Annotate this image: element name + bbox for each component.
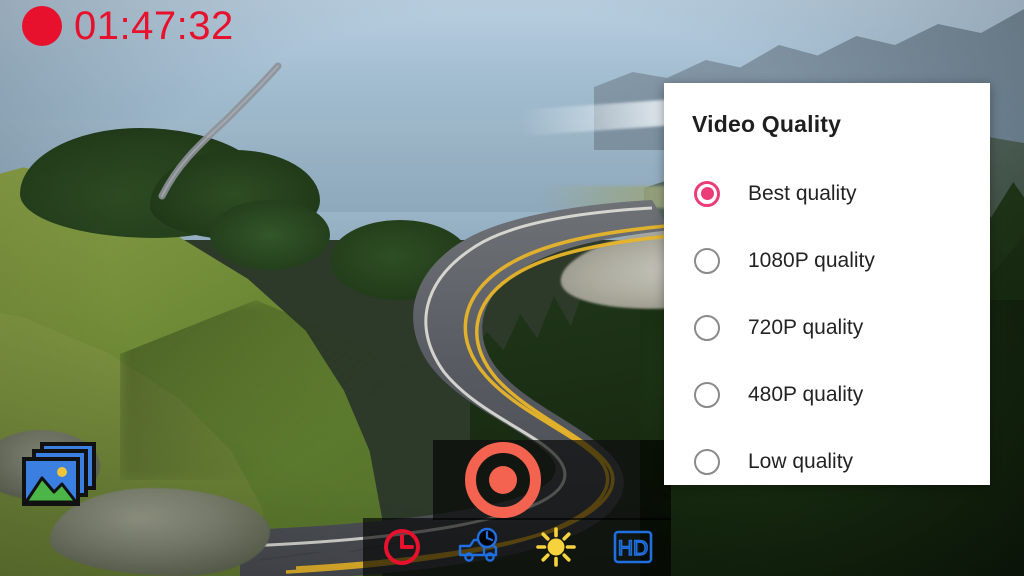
radio-button-480p[interactable] — [694, 381, 720, 408]
quality-options-list: Best quality 1080P quality 720P quality … — [664, 160, 990, 495]
quality-option-720p[interactable]: 720P quality — [664, 294, 990, 361]
record-circle-icon — [489, 466, 517, 494]
recording-elapsed-time: 01:47:32 — [74, 4, 234, 48]
quality-option-label: Low quality — [748, 449, 854, 473]
tools-row: HD — [363, 518, 671, 576]
record-button[interactable] — [465, 442, 541, 518]
hd-badge-label: HD — [617, 537, 647, 560]
radio-button-low[interactable] — [694, 448, 720, 475]
hd-badge-icon: HD — [613, 530, 652, 564]
dialog-title: Video Quality — [692, 111, 842, 137]
quality-option-best[interactable]: Best quality — [664, 160, 990, 227]
recording-timer: 01:47:32 — [22, 6, 234, 46]
quality-option-1080p[interactable]: 1080P quality — [664, 227, 990, 294]
video-quality-dialog: Video Quality Best quality 1080P quality… — [664, 83, 990, 485]
clock-icon — [383, 529, 420, 565]
truck-clock-icon — [458, 527, 497, 562]
camera-recorder-screen: 01:47:32 HD Video Quality Best quality 1… — [0, 0, 1024, 576]
timer-button[interactable] — [363, 518, 440, 576]
record-dot-icon — [22, 6, 62, 46]
quality-option-label: Best quality — [748, 181, 857, 205]
video-quality-button[interactable]: HD — [594, 518, 671, 576]
gallery-photos-icon — [22, 442, 96, 506]
radio-button-1080p[interactable] — [694, 247, 720, 274]
brightness-button[interactable] — [517, 518, 594, 576]
gallery-button[interactable] — [14, 438, 100, 510]
radio-button-720p[interactable] — [694, 314, 720, 341]
sun-icon — [535, 527, 576, 567]
upper-road-segment — [150, 60, 310, 200]
quality-option-low[interactable]: Low quality — [664, 428, 990, 495]
quality-option-label: 720P quality — [748, 315, 864, 339]
time-lapse-button[interactable] — [440, 518, 517, 576]
quality-option-label: 1080P quality — [748, 248, 875, 272]
radio-button-best[interactable] — [694, 180, 720, 207]
quality-option-480p[interactable]: 480P quality — [664, 361, 990, 428]
quality-option-label: 480P quality — [748, 382, 864, 406]
